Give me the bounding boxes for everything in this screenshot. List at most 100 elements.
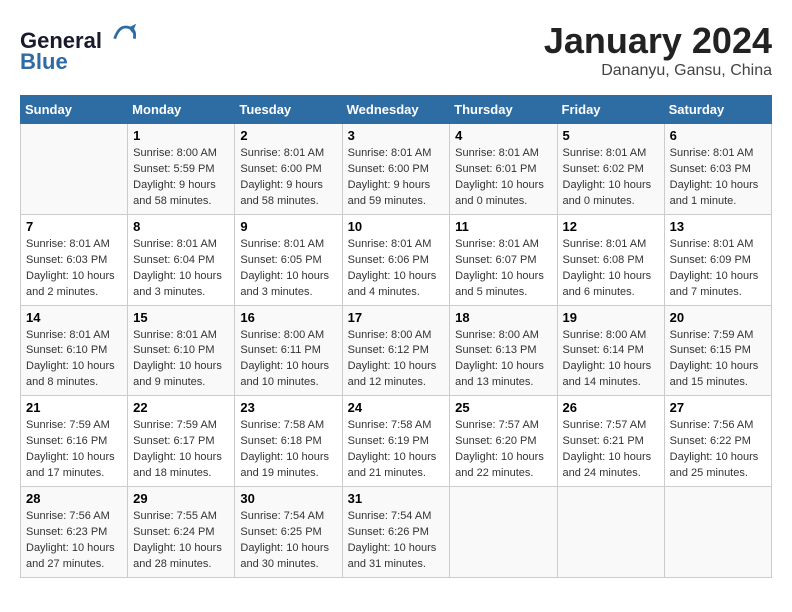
day-number: 20 [670, 310, 766, 325]
sunset-text: Sunset: 5:59 PM [133, 163, 214, 175]
month-title: January 2024 [544, 20, 772, 62]
day-number: 10 [348, 219, 445, 234]
day-number: 27 [670, 400, 766, 415]
calendar-cell [450, 487, 557, 578]
calendar-cell: 31 Sunrise: 7:54 AMSunset: 6:26 PMDayligh… [342, 487, 450, 578]
calendar-cell: 27Sunrise: 7:56 AMSunset: 6:22 PMDayligh… [664, 396, 771, 487]
sunset-text: Sunset: 6:16 PM [26, 435, 107, 447]
day-number: 28 [26, 491, 122, 506]
daylight-text: Daylight: 10 hours and 6 minutes. [563, 270, 652, 298]
daylight-text: Daylight: 10 hours and 28 minutes. [133, 542, 222, 570]
cell-content: Sunrise: 7:58 AMSunset: 6:18 PMDaylight:… [240, 418, 336, 482]
sunrise-text: Sunrise: 7:59 AM [26, 419, 110, 431]
cell-content: Sunrise: 8:01 AMSunset: 6:05 PMDaylight:… [240, 237, 336, 301]
daylight-text: Daylight: 10 hours and 14 minutes. [563, 360, 652, 388]
sunset-text: Sunset: 6:13 PM [455, 344, 536, 356]
week-row-1: 1 Sunrise: 8:00 AMSunset: 5:59 PMDaylight… [21, 124, 772, 215]
calendar-cell [664, 487, 771, 578]
day-number: 9 [240, 219, 336, 234]
daylight-text: Daylight: 9 hours and 59 minutes. [348, 179, 431, 207]
sunset-text: Sunset: 6:00 PM [348, 163, 429, 175]
calendar-cell: 11Sunrise: 8:01 AMSunset: 6:07 PMDayligh… [450, 214, 557, 305]
calendar-table: SundayMondayTuesdayWednesdayThursdayFrid… [20, 95, 772, 578]
sunrise-text: Sunrise: 7:58 AM [240, 419, 324, 431]
sunset-text: Sunset: 6:21 PM [563, 435, 644, 447]
day-number: 4 [455, 128, 551, 143]
cell-content: Sunrise: 8:00 AMSunset: 5:59 PMDaylight:… [133, 146, 229, 210]
day-number: 23 [240, 400, 336, 415]
daylight-text: Daylight: 10 hours and 25 minutes. [670, 451, 759, 479]
sunrise-text: Sunrise: 7:55 AM [133, 510, 217, 522]
sunrise-text: Sunrise: 7:56 AM [670, 419, 754, 431]
cell-content: Sunrise: 8:01 AMSunset: 6:10 PMDaylight:… [133, 328, 229, 392]
cell-content: Sunrise: 8:00 AMSunset: 6:14 PMDaylight:… [563, 328, 659, 392]
day-number: 1 [133, 128, 229, 143]
sunset-text: Sunset: 6:25 PM [240, 526, 321, 538]
sunrise-text: Sunrise: 8:01 AM [133, 329, 217, 341]
cell-content: Sunrise: 8:00 AMSunset: 6:11 PMDaylight:… [240, 328, 336, 392]
sunset-text: Sunset: 6:02 PM [563, 163, 644, 175]
day-number: 18 [455, 310, 551, 325]
calendar-cell: 30Sunrise: 7:54 AMSunset: 6:25 PMDayligh… [235, 487, 342, 578]
daylight-text: Daylight: 10 hours and 5 minutes. [455, 270, 544, 298]
day-number: 5 [563, 128, 659, 143]
calendar-cell: 6Sunrise: 8:01 AMSunset: 6:03 PMDaylight… [664, 124, 771, 215]
day-number: 14 [26, 310, 122, 325]
header-tuesday: Tuesday [235, 96, 342, 124]
daylight-text: Daylight: 10 hours and 31 minutes. [348, 542, 437, 570]
cell-content: Sunrise: 8:01 AMSunset: 6:09 PMDaylight:… [670, 237, 766, 301]
cell-content: Sunrise: 7:59 AMSunset: 6:15 PMDaylight:… [670, 328, 766, 392]
week-row-3: 14 Sunrise: 8:01 AMSunset: 6:10 PMDayligh… [21, 305, 772, 396]
calendar-cell: 15 Sunrise: 8:01 AMSunset: 6:10 PMDayligh… [128, 305, 235, 396]
daylight-text: Daylight: 10 hours and 10 minutes. [240, 360, 329, 388]
logo: General Blue [20, 20, 138, 75]
sunrise-text: Sunrise: 8:01 AM [133, 238, 217, 250]
daylight-text: Daylight: 10 hours and 3 minutes. [240, 270, 329, 298]
calendar-cell: 24Sunrise: 7:58 AMSunset: 6:19 PMDayligh… [342, 396, 450, 487]
calendar-cell [21, 124, 128, 215]
title-block: January 2024 Dananyu, Gansu, China [544, 20, 772, 80]
cell-content: Sunrise: 7:54 AMSunset: 6:26 PMDaylight:… [348, 509, 445, 573]
day-number: 15 [133, 310, 229, 325]
cell-content: Sunrise: 8:01 AM Sunset: 6:00 PM Daylight:… [348, 146, 445, 210]
sunrise-text: Sunrise: 8:01 AM [563, 238, 647, 250]
calendar-cell: 1 Sunrise: 8:00 AMSunset: 5:59 PMDaylight… [128, 124, 235, 215]
calendar-cell: 5Sunrise: 8:01 AMSunset: 6:02 PMDaylight… [557, 124, 664, 215]
sunrise-text: Sunrise: 8:01 AM [670, 238, 754, 250]
sunrise-text: Sunrise: 8:01 AM [26, 329, 110, 341]
calendar-cell: 23 Sunrise: 7:58 AMSunset: 6:18 PMDayligh… [235, 396, 342, 487]
sunrise-text: Sunrise: 8:01 AM [670, 147, 754, 159]
daylight-text: Daylight: 10 hours and 0 minutes. [455, 179, 544, 207]
cell-content: Sunrise: 8:01 AMSunset: 6:04 PMDaylight:… [133, 237, 229, 301]
sunrise-text: Sunrise: 8:01 AM [455, 238, 539, 250]
day-number: 29 [133, 491, 229, 506]
sunrise-text: Sunrise: 8:01 AM [240, 238, 324, 250]
header-thursday: Thursday [450, 96, 557, 124]
day-number: 12 [563, 219, 659, 234]
sunrise-text: Sunrise: 7:57 AM [455, 419, 539, 431]
calendar-cell: 29Sunrise: 7:55 AMSunset: 6:24 PMDayligh… [128, 487, 235, 578]
cell-content: Sunrise: 8:00 AMSunset: 6:13 PMDaylight:… [455, 328, 551, 392]
daylight-text: Daylight: 10 hours and 19 minutes. [240, 451, 329, 479]
day-number: 26 [563, 400, 659, 415]
sunrise-text: Sunrise: 8:01 AM [348, 147, 432, 159]
sunset-text: Sunset: 6:06 PM [348, 254, 429, 266]
sunset-text: Sunset: 6:03 PM [670, 163, 751, 175]
sunrise-text: Sunrise: 7:59 AM [133, 419, 217, 431]
cell-content: Sunrise: 8:01 AMSunset: 6:08 PMDaylight:… [563, 237, 659, 301]
daylight-text: Daylight: 9 hours and 58 minutes. [133, 179, 216, 207]
sunrise-text: Sunrise: 8:01 AM [563, 147, 647, 159]
daylight-text: Daylight: 10 hours and 7 minutes. [670, 270, 759, 298]
cell-content: Sunrise: 7:59 AMSunset: 6:16 PMDaylight:… [26, 418, 122, 482]
day-number: 6 [670, 128, 766, 143]
calendar-cell: 2Sunrise: 8:01 AMSunset: 6:00 PMDaylight… [235, 124, 342, 215]
day-number: 7 [26, 219, 122, 234]
day-number: 17 [348, 310, 445, 325]
calendar-cell: 20 Sunrise: 7:59 AMSunset: 6:15 PMDayligh… [664, 305, 771, 396]
daylight-text: Daylight: 10 hours and 3 minutes. [133, 270, 222, 298]
sunrise-text: Sunrise: 8:00 AM [240, 329, 324, 341]
day-number: 31 [348, 491, 445, 506]
calendar-cell: 16Sunrise: 8:00 AMSunset: 6:11 PMDayligh… [235, 305, 342, 396]
cell-content: Sunrise: 8:00 AMSunset: 6:12 PMDaylight:… [348, 328, 445, 392]
daylight-text: Daylight: 10 hours and 22 minutes. [455, 451, 544, 479]
